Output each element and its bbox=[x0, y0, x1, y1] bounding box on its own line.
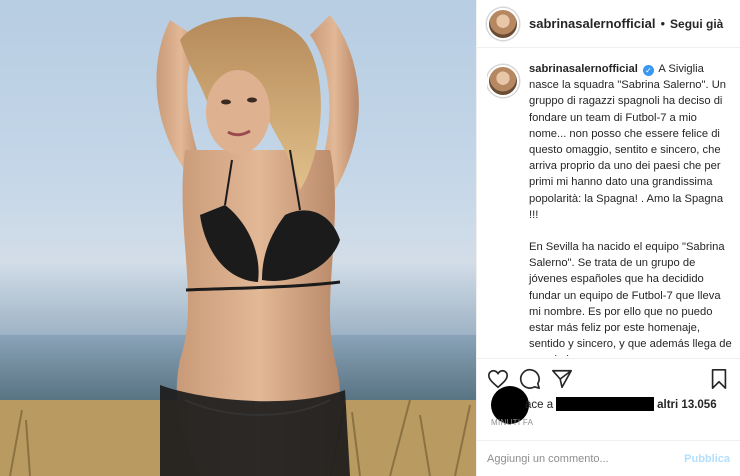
following-button[interactable]: Segui già bbox=[670, 17, 723, 31]
header-separator: • bbox=[660, 16, 666, 31]
comment-bubble-icon[interactable] bbox=[519, 368, 541, 390]
likes-text: ace a altri 13.056 bbox=[525, 397, 717, 411]
likes-prefix: ace a bbox=[525, 399, 554, 411]
caption: sabrinasalernofficial ✓ A Siviglia nasce… bbox=[487, 61, 734, 356]
timestamp[interactable]: MINUTI FA bbox=[491, 418, 533, 427]
likes-suffix[interactable]: altri 13.056 bbox=[657, 399, 716, 411]
post-photo[interactable] bbox=[0, 0, 476, 476]
caption-paragraph-1: sabrinasalernofficial ✓ A Siviglia nasce… bbox=[529, 61, 734, 223]
caption-text-it: A Siviglia nasce la squadra "Sabrina Sal… bbox=[529, 63, 727, 221]
caption-paragraph-2: En Sevilla ha nacido el equipo "Sabrina … bbox=[529, 241, 732, 356]
header-username[interactable]: sabrinasalernofficial bbox=[529, 16, 655, 31]
comment-input[interactable] bbox=[487, 452, 685, 465]
post-sidebar: sabrinasalernofficial • Segui già sabrin… bbox=[476, 0, 740, 476]
publish-button[interactable]: Pubblica bbox=[684, 453, 730, 465]
woman-in-black-bikini-photo bbox=[0, 15, 476, 476]
verified-badge-icon: ✓ bbox=[642, 65, 654, 76]
redacted-name bbox=[556, 397, 655, 411]
paper-plane-icon[interactable] bbox=[551, 368, 573, 390]
caption-body: sabrinasalernofficial ✓ A Siviglia nasce… bbox=[529, 61, 734, 356]
post-header: sabrinasalernofficial • Segui già bbox=[477, 0, 740, 48]
caption-username[interactable]: sabrinasalernofficial bbox=[529, 63, 638, 75]
comment-box: Pubblica bbox=[477, 440, 740, 476]
bookmark-icon[interactable] bbox=[708, 368, 730, 390]
caption-avatar[interactable] bbox=[487, 65, 519, 97]
avatar[interactable] bbox=[487, 7, 519, 40]
